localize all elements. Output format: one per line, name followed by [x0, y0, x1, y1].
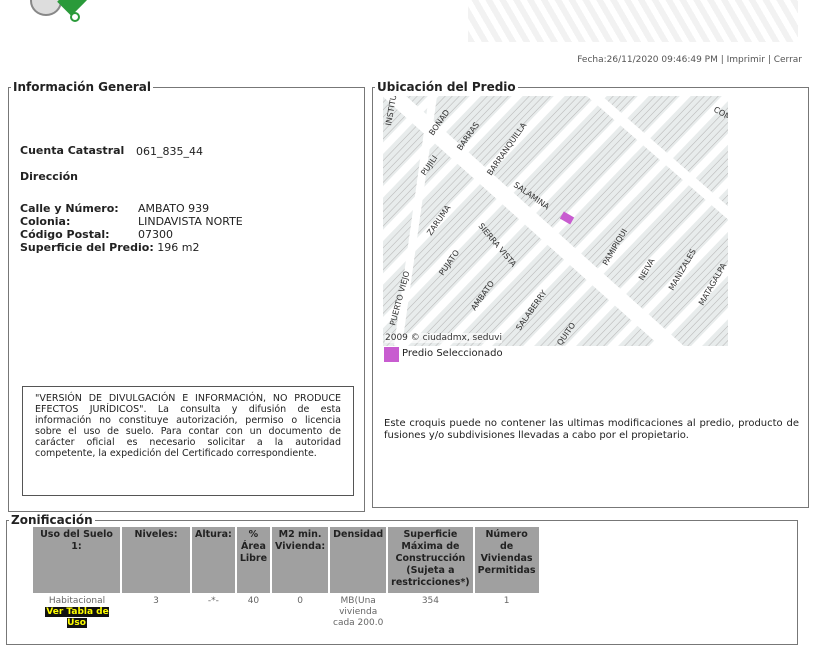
colonia-label: Colonia: — [20, 215, 71, 228]
lot-line — [383, 96, 385, 346]
map-svg: INSTITUTO POLIT.BONADBARRASBARRANQUILLAS… — [383, 96, 728, 346]
calle-value: AMBATO 939 — [138, 202, 210, 215]
header-m2-min: M2 min. Vivienda: — [271, 527, 331, 593]
selected-lot-swatch — [384, 347, 399, 362]
table-header-row: Uso del Suelo 1: Niveles: Altura: % Área… — [33, 527, 541, 593]
selected-lot-label: Predio Seleccionado — [402, 348, 503, 359]
cp-label: Código Postal: — [20, 228, 110, 241]
cell-viviendas: 1 — [503, 596, 510, 606]
croquis-note: Este croquis puede no contener las ultim… — [384, 418, 799, 441]
header-pattern — [468, 0, 798, 42]
superficie-row: Superficie del Predio: 196 m2 — [20, 241, 199, 254]
seduvi-logo-dot — [70, 12, 80, 22]
cell-niveles: 3 — [153, 596, 159, 606]
imprimir-link[interactable]: Imprimir — [727, 55, 765, 65]
lot-line — [680, 296, 728, 346]
cell-m2-min: 0 — [297, 596, 303, 606]
header-densidad: Densidad — [329, 527, 389, 593]
header-niveles: Niveles: — [121, 527, 192, 593]
street-label: ZARUMA — [425, 203, 453, 237]
lot-line — [386, 96, 628, 346]
top-bar: Fecha:26/11/2020 09:46:49 PM | Imprimir … — [577, 55, 802, 65]
header-uso: Uso del Suelo 1: — [33, 527, 122, 593]
header-superficie: Superficie Máxima de Construcción (Sujet… — [387, 527, 475, 593]
cell-uso: Habitacional Ver Tabla de Uso — [33, 593, 121, 632]
street-label: MATAGALPA — [697, 261, 728, 307]
table-row: Habitacional Ver Tabla de Uso 3 -*- 40 0 … — [33, 593, 540, 632]
cp-value: 07300 — [138, 228, 173, 241]
disclaimer-note: "VERSIÓN DE DIVULGACIÓN E INFORMACIÓN, N… — [22, 386, 354, 496]
cell-superficie: 354 — [421, 596, 439, 606]
colonia-value: LINDAVISTA NORTE — [138, 215, 243, 228]
header-viviendas: Número de Viviendas Permitidas — [473, 527, 541, 593]
street-label: COM — [712, 105, 728, 122]
calle-label: Calle y Número: — [20, 202, 119, 215]
cerrar-link[interactable]: Cerrar — [774, 55, 802, 65]
uso-value: Habitacional — [48, 596, 106, 606]
lot-line — [722, 339, 728, 346]
superficie-label: Superficie del Predio: — [20, 241, 154, 254]
cell-altura: -*- — [207, 596, 219, 606]
cuenta-label: Cuenta Catastral — [20, 144, 125, 157]
separator: | — [764, 55, 774, 65]
separator: | — [717, 55, 727, 65]
street-label: MANIZALES — [667, 247, 698, 292]
zonificacion-legend: Zonificación — [11, 513, 93, 527]
superficie-value: 196 m2 — [157, 241, 200, 254]
ubicacion-legend: Ubicación del Predio — [377, 80, 516, 94]
informacion-general-legend: Información General — [13, 80, 151, 94]
cell-area-libre: 40 — [247, 596, 260, 606]
fecha-text: Fecha:26/11/2020 09:46:49 PM — [577, 55, 718, 65]
map-credit: 2009 © ciudadmx, seduvi — [385, 333, 503, 343]
zonificacion-table: Uso del Suelo 1: Niveles: Altura: % Área… — [33, 527, 541, 632]
location-map[interactable]: INSTITUTO POLIT.BONADBARRASBARRANQUILLAS… — [383, 96, 728, 346]
ver-tabla-link[interactable]: Ver Tabla de Uso — [45, 607, 109, 628]
header-area-libre: % Área Libre — [235, 527, 273, 593]
header-altura: Altura: — [191, 527, 237, 593]
direccion-label: Dirección — [20, 170, 78, 183]
cuenta-value: 061_835_44 — [136, 145, 203, 158]
cell-densidad: MB(Una vivienda cada 200.0 — [333, 596, 384, 628]
